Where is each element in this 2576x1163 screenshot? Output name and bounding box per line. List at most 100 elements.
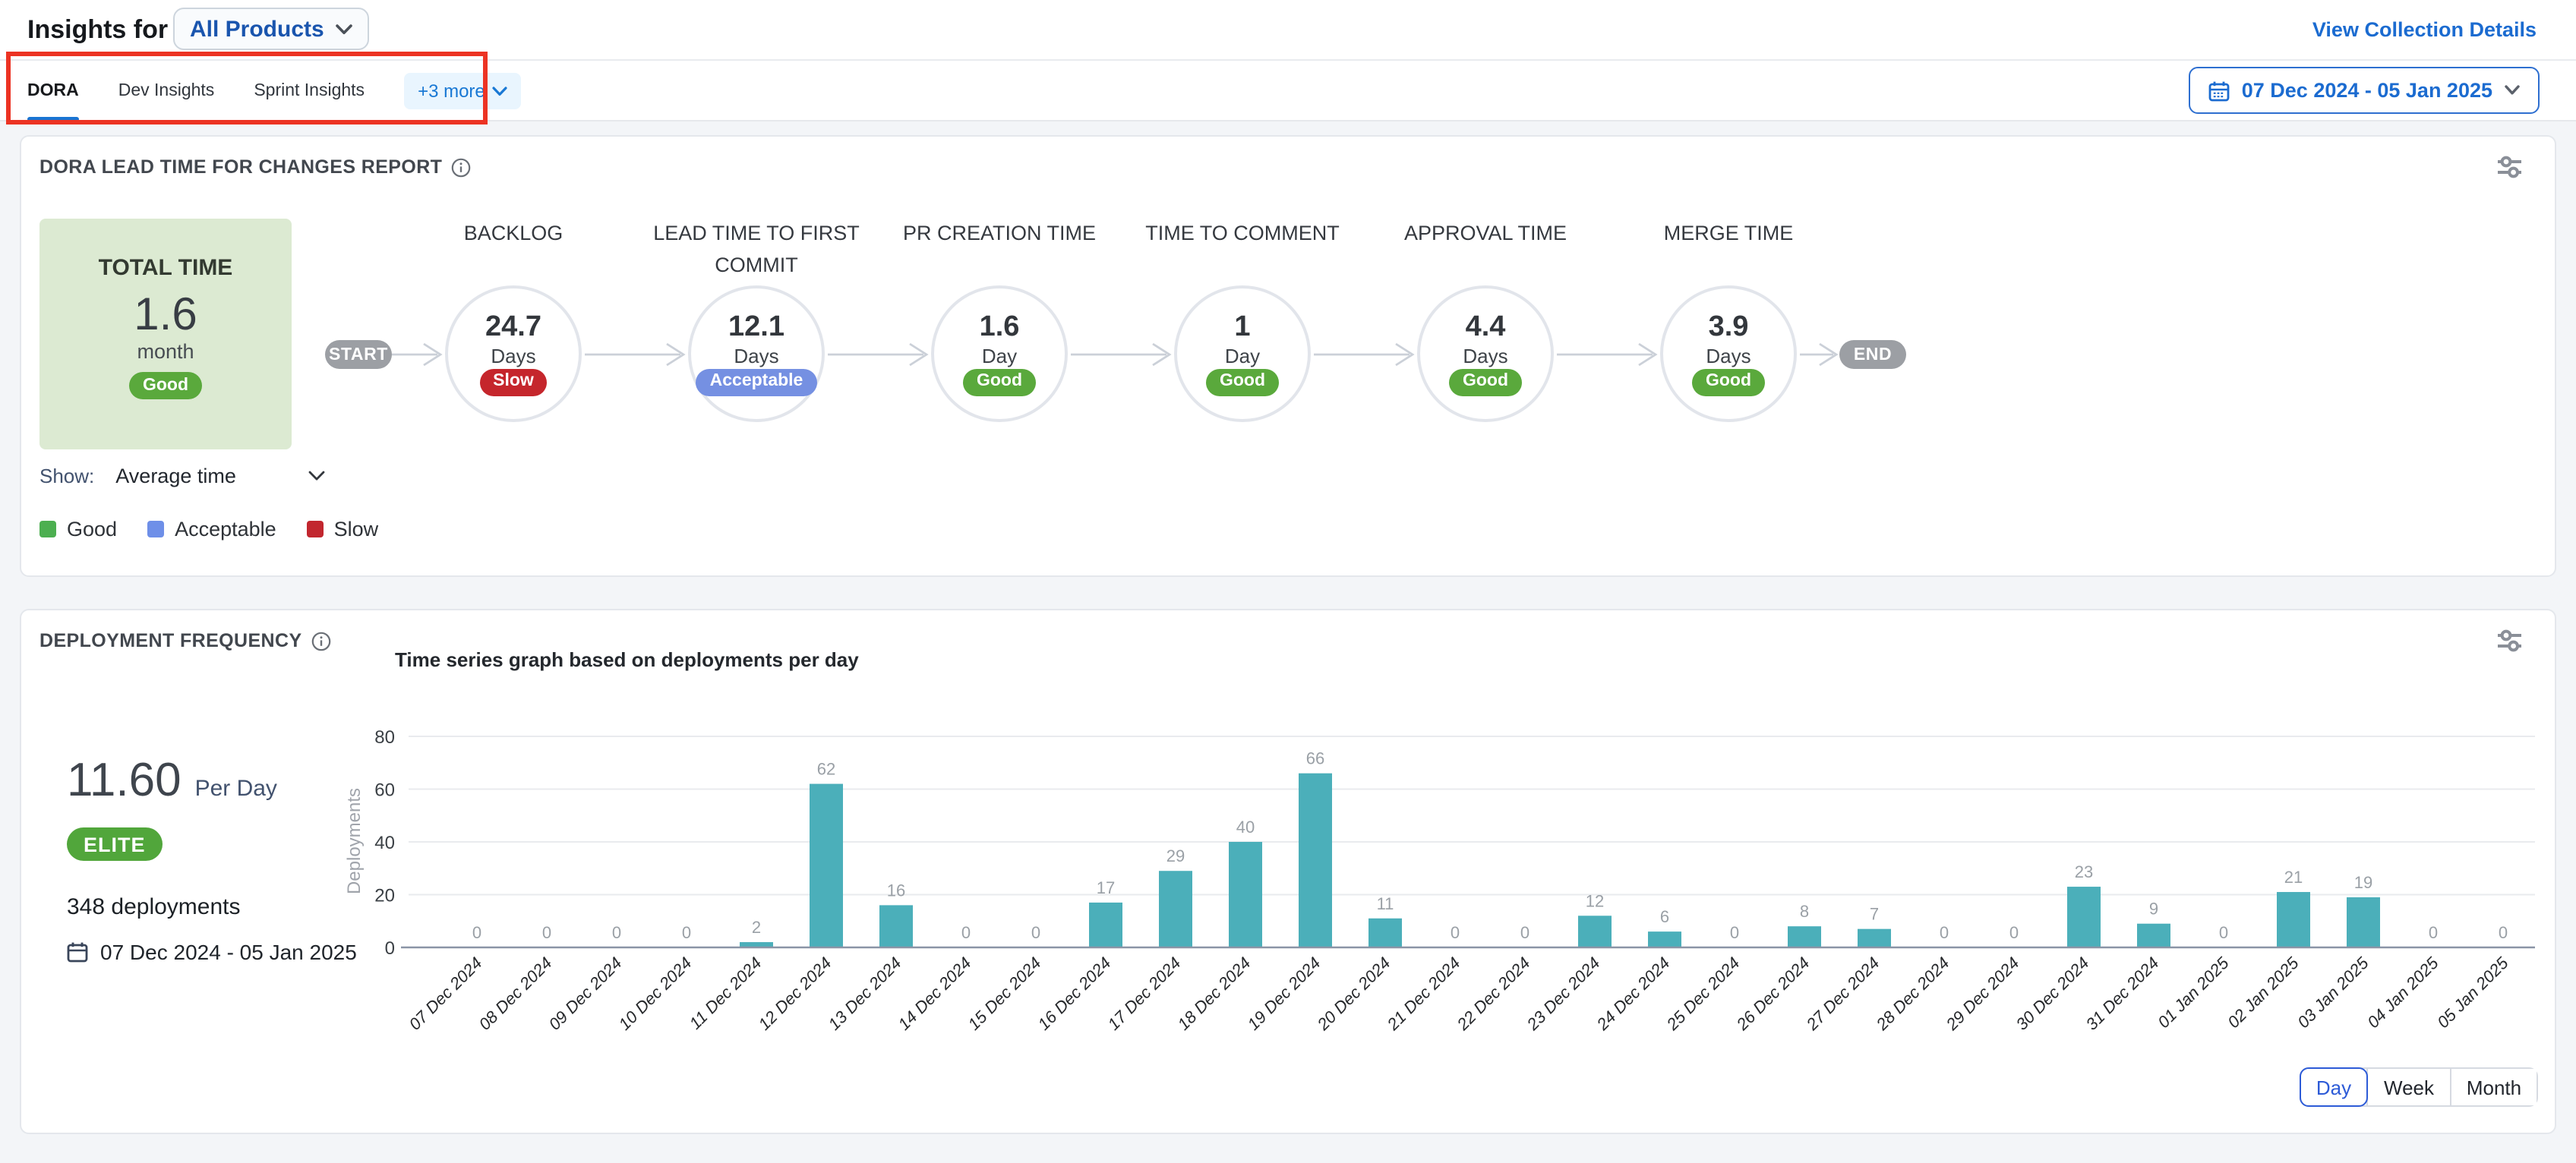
bar-value-label: 29	[1166, 846, 1185, 865]
show-label: Show:	[39, 465, 94, 487]
bar-value-label: 21	[2284, 868, 2303, 887]
bar	[1299, 774, 1332, 947]
bar-value-label: 0	[1451, 923, 1460, 942]
x-axis-label: 17 Dec 2024	[1104, 953, 1185, 1034]
x-axis-label: 03 Jan 2025	[2293, 953, 2372, 1032]
x-axis-label: 08 Dec 2024	[475, 953, 556, 1034]
total-time-label: TOTAL TIME	[39, 255, 292, 281]
show-dropdown[interactable]: Show: Average time	[39, 465, 326, 487]
x-axis-label: 07 Dec 2024	[406, 953, 486, 1034]
bar-value-label: 8	[1800, 902, 1809, 921]
legend-item: Slow	[307, 518, 379, 541]
bar-value-label: 0	[1520, 923, 1530, 942]
stage-label: PR CREATION TIME	[878, 217, 1121, 249]
granularity-month[interactable]: Month	[2450, 1069, 2537, 1105]
product-selector[interactable]: All Products	[173, 8, 370, 50]
lead-time-card: DORA LEAD TIME FOR CHANGES REPORT TOTAL …	[20, 135, 2556, 577]
x-axis-label: 19 Dec 2024	[1244, 953, 1324, 1034]
bar-value-label: 16	[887, 881, 905, 900]
bar-value-label: 0	[2219, 923, 2228, 942]
bar	[2277, 892, 2310, 947]
granularity-day[interactable]: Day	[2300, 1067, 2368, 1107]
legend-label: Acceptable	[175, 518, 276, 541]
granularity-week[interactable]: Week	[2366, 1069, 2450, 1105]
stage-value: 1	[1234, 312, 1250, 342]
bar-value-label: 0	[961, 923, 971, 942]
x-axis-label: 10 Dec 2024	[615, 953, 696, 1034]
bar-value-label: 7	[1870, 905, 1879, 924]
more-tabs-button[interactable]: +3 more	[404, 73, 522, 109]
legend-swatch	[307, 521, 324, 537]
bar-value-label: 0	[2499, 923, 2508, 942]
stage-label: LEAD TIME TO FIRST COMMIT	[635, 217, 878, 281]
y-axis-tick-label: 40	[374, 833, 395, 853]
legend-item: Good	[39, 518, 117, 541]
bar-value-label: 0	[1730, 923, 1739, 942]
chevron-down-icon	[336, 24, 353, 34]
flow-start-node: START	[325, 340, 392, 369]
tab-sprint-insights[interactable]: Sprint Insights	[254, 61, 365, 121]
date-range-button[interactable]: 07 Dec 2024 - 05 Jan 2025	[2189, 67, 2540, 114]
status-badge: Good	[963, 368, 1036, 396]
stage-unit: Day	[1225, 344, 1260, 367]
tab-dora[interactable]: DORA	[27, 61, 79, 121]
status-badge: Good	[129, 372, 202, 399]
lead-time-card-title: DORA LEAD TIME FOR CHANGES REPORT	[39, 156, 471, 178]
header-bar: Insights for All Products View Collectio…	[0, 0, 2576, 61]
stage-circle: 1DayGood	[1174, 285, 1311, 422]
page-title: Insights for	[27, 15, 168, 46]
stage-circle: 1.6DayGood	[931, 285, 1068, 422]
stage-value: 12.1	[728, 312, 784, 342]
y-axis-tick-label: 20	[374, 886, 395, 906]
dashboard: Insights for All Products View Collectio…	[0, 0, 2576, 1163]
x-axis-label: 01 Jan 2025	[2154, 953, 2233, 1032]
total-time-value: 1.6	[39, 292, 292, 339]
tabs-bar: DORA Dev Insights Sprint Insights +3 more 0…	[0, 61, 2576, 121]
stage-unit: Days	[1463, 344, 1507, 367]
bar-value-label: 0	[682, 923, 691, 942]
info-icon[interactable]	[451, 157, 471, 177]
deployment-card-title: DEPLOYMENT FREQUENCY	[39, 630, 331, 651]
bar-value-label: 19	[2354, 873, 2372, 892]
info-icon[interactable]	[311, 631, 331, 651]
bar-value-label: 9	[2149, 900, 2158, 919]
status-badge: Acceptable	[696, 368, 817, 396]
bar	[810, 784, 843, 947]
page-content: DORA LEAD TIME FOR CHANGES REPORT TOTAL …	[0, 121, 2576, 1163]
deployment-date-range-label: 07 Dec 2024 - 05 Jan 2025	[100, 940, 357, 964]
x-axis-label: 13 Dec 2024	[825, 953, 905, 1034]
tier-badge: ELITE	[67, 827, 163, 861]
x-axis-label: 09 Dec 2024	[545, 953, 626, 1034]
stage-unit: Day	[982, 344, 1017, 367]
bar-value-label: 2	[752, 918, 761, 937]
date-range-label: 07 Dec 2024 - 05 Jan 2025	[2242, 79, 2492, 102]
view-collection-details-link[interactable]: View Collection Details	[2312, 18, 2537, 41]
legend-item: Acceptable	[147, 518, 276, 541]
bar	[2067, 887, 2101, 947]
deployment-rate: 11.60 Per Day	[67, 753, 277, 808]
bar-value-label: 0	[472, 923, 481, 942]
lead-time-title-text: DORA LEAD TIME FOR CHANGES REPORT	[39, 156, 442, 178]
x-axis-label: 04 Jan 2025	[2363, 953, 2442, 1032]
more-tabs-label: +3 more	[418, 80, 485, 102]
bar	[1788, 926, 1821, 947]
x-axis-label: 30 Dec 2024	[2012, 953, 2093, 1034]
card-settings-icon[interactable]	[2496, 155, 2524, 179]
x-axis-label: 23 Dec 2024	[1523, 953, 1604, 1035]
card-settings-icon[interactable]	[2496, 629, 2524, 653]
stage-label: MERGE TIME	[1607, 217, 1850, 249]
tab-dev-insights[interactable]: Dev Insights	[118, 61, 215, 121]
x-axis-label: 11 Dec 2024	[686, 953, 766, 1033]
x-axis-label: 26 Dec 2024	[1732, 953, 1814, 1035]
product-selector-value: All Products	[190, 16, 324, 42]
status-badge: Good	[1449, 368, 1522, 396]
legend-swatch	[39, 521, 56, 537]
stage-circle: 4.4DaysGood	[1417, 285, 1554, 422]
bar-value-label: 0	[1940, 923, 1949, 942]
rate-value: 11.60	[67, 753, 182, 808]
stage-circle: 24.7DaysSlow	[445, 285, 582, 422]
x-axis-label: 31 Dec 2024	[2082, 953, 2163, 1034]
x-axis-label: 14 Dec 2024	[895, 953, 975, 1034]
bar-value-label: 12	[1586, 891, 1604, 910]
calendar-icon	[67, 941, 88, 963]
